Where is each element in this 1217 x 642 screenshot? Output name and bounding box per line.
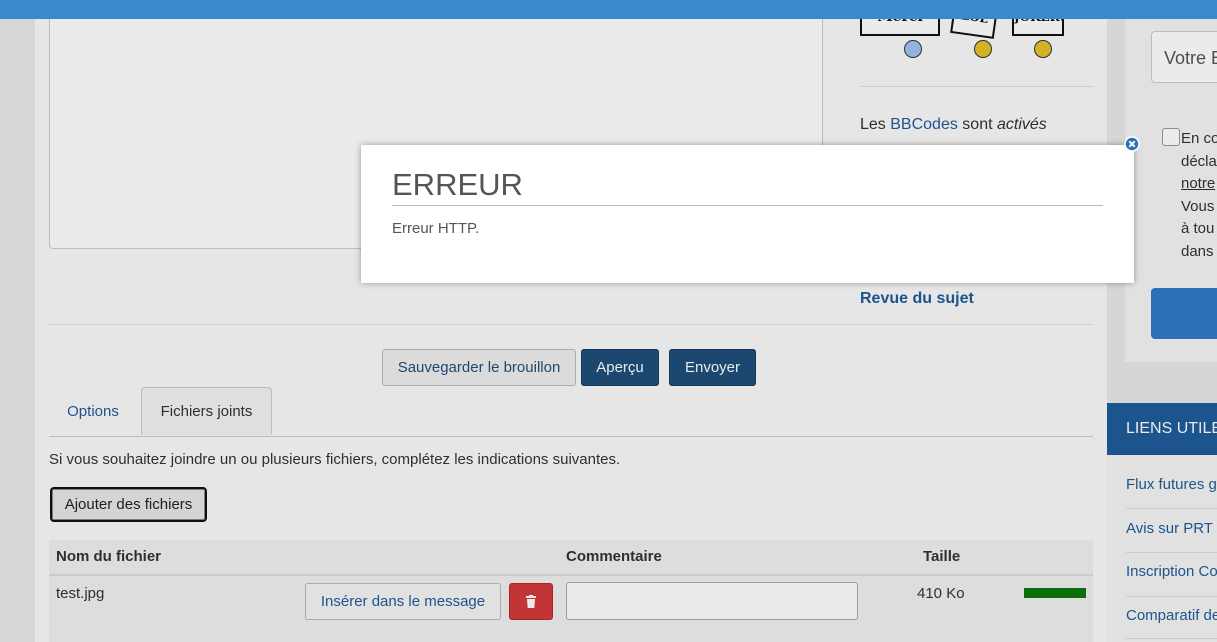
error-dialog: ERREUR Erreur HTTP. (361, 145, 1134, 283)
modal-overlay[interactable] (0, 0, 1217, 642)
page: Merci LOL JOKER! Les BBCodes sont activé… (0, 0, 1217, 642)
close-icon[interactable] (1124, 136, 1140, 152)
dialog-message: Erreur HTTP. (392, 220, 480, 237)
top-bar (0, 0, 1217, 19)
dialog-title: ERREUR (392, 167, 1103, 206)
